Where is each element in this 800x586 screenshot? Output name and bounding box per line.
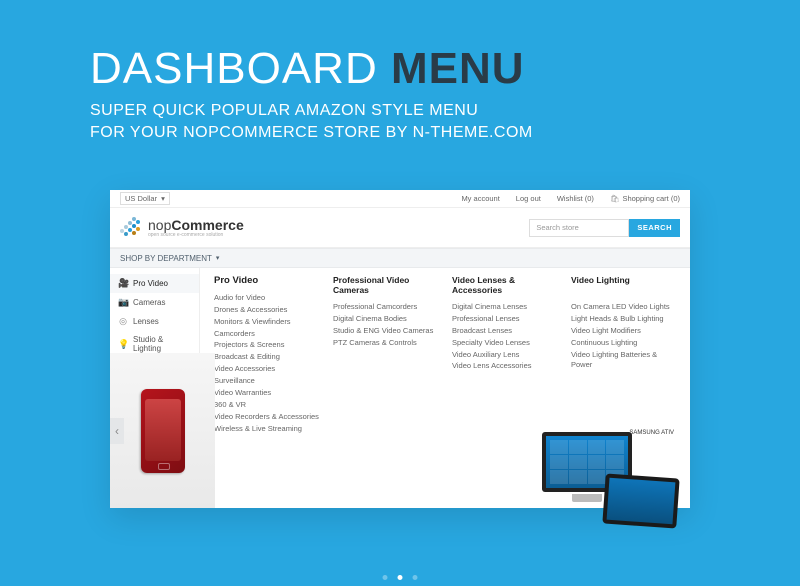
hero-title-b: MENU <box>391 44 525 93</box>
carousel-prev-icon[interactable]: ‹ <box>110 418 124 444</box>
currency-value: US Dollar <box>125 194 157 203</box>
col-list: On Camera LED Video LightsLight Heads & … <box>571 302 676 371</box>
hero-sub-line2: FOR YOUR NOPCOMMERCE STORE BY N-THEME.CO… <box>90 122 710 144</box>
store-header: nopCommerce open source e-commerce solut… <box>110 208 690 248</box>
cart-link[interactable]: 🛍Shopping cart (0) <box>610 194 680 203</box>
department-bar[interactable]: SHOP BY DEPARTMENT ▾ <box>110 248 690 268</box>
search-input[interactable]: Search store <box>529 219 629 237</box>
sidebar-item-lenses[interactable]: ◎ Lenses <box>110 312 199 331</box>
mega-link[interactable]: On Camera LED Video Lights <box>571 302 676 313</box>
mega-link[interactable]: Video Accessories <box>214 364 319 375</box>
hero-sub-line1: SUPER QUICK POPULAR AMAZON STYLE MENU <box>90 100 710 122</box>
pager-dot[interactable] <box>383 575 388 580</box>
mega-link[interactable]: Professional Lenses <box>452 314 557 325</box>
logo-mark-icon <box>120 217 142 239</box>
wishlist-link[interactable]: Wishlist (0) <box>557 194 594 203</box>
mega-link[interactable]: Video Recorders & Accessories <box>214 412 319 423</box>
light-icon: 💡 <box>118 339 128 350</box>
mega-link[interactable]: Video Light Modifiers <box>571 326 676 337</box>
logo[interactable]: nopCommerce open source e-commerce solut… <box>120 217 244 239</box>
col-list: Audio for VideoDrones & AccessoriesMonit… <box>214 293 319 435</box>
col-title: Video Lenses & Accessories <box>452 276 557 296</box>
sidebar-item-pro-video[interactable]: 🎥 Pro Video <box>110 274 199 293</box>
mega-link[interactable]: Continuous Lighting <box>571 338 676 349</box>
mega-link[interactable]: Studio & ENG Video Cameras <box>333 326 438 337</box>
phone-graphic <box>141 389 185 473</box>
mega-link[interactable]: Video Warranties <box>214 388 319 399</box>
hero-subtitle: SUPER QUICK POPULAR AMAZON STYLE MENU FO… <box>90 100 710 143</box>
col-title: Professional Video Cameras <box>333 276 438 296</box>
mega-link[interactable]: Digital Cinema Lenses <box>452 302 557 313</box>
camera-icon: 📷 <box>118 297 128 308</box>
mega-col-pro-video: Pro Video Audio for VideoDrones & Access… <box>214 276 319 500</box>
hero-title: DASHBOARD MENU <box>90 44 710 94</box>
mega-link[interactable]: PTZ Cameras & Controls <box>333 338 438 349</box>
mega-link[interactable]: Broadcast Lenses <box>452 326 557 337</box>
hero: DASHBOARD MENU SUPER QUICK POPULAR AMAZO… <box>0 0 800 151</box>
sidebar-item-label: Pro Video <box>133 279 168 288</box>
hero-title-a: DASHBOARD <box>90 44 378 93</box>
chevron-down-icon: ▾ <box>161 194 165 203</box>
mega-link[interactable]: Wireless & Live Streaming <box>214 424 319 435</box>
pager-dot-active[interactable] <box>398 575 403 580</box>
mega-link[interactable]: 360 & VR <box>214 400 319 411</box>
utility-bar: US Dollar ▾ My account Log out Wishlist … <box>110 190 690 208</box>
logo-text-b: Commerce <box>171 217 243 233</box>
sidebar-item-label: Cameras <box>133 298 165 307</box>
mega-link[interactable]: Surveillance <box>214 376 319 387</box>
search: Search store SEARCH <box>529 219 680 237</box>
my-account-link[interactable]: My account <box>461 194 499 203</box>
col-title: Video Lighting <box>571 276 676 296</box>
mega-link[interactable]: Monitors & Viewfinders <box>214 317 319 328</box>
mega-link[interactable]: Camcorders <box>214 329 319 340</box>
mega-link[interactable]: Audio for Video <box>214 293 319 304</box>
mega-menu: 🎥 Pro Video 📷 Cameras ◎ Lenses 💡 Studio … <box>110 268 690 508</box>
currency-select[interactable]: US Dollar ▾ <box>120 192 170 205</box>
store-screenshot: US Dollar ▾ My account Log out Wishlist … <box>110 190 690 508</box>
mega-col-pro-cameras: Professional Video Cameras Professional … <box>333 276 438 500</box>
col-title: Pro Video <box>214 276 319 287</box>
mega-link[interactable]: Specialty Video Lenses <box>452 338 557 349</box>
search-button[interactable]: SEARCH <box>629 219 680 237</box>
sidebar-item-cameras[interactable]: 📷 Cameras <box>110 293 199 312</box>
logout-link[interactable]: Log out <box>516 194 541 203</box>
carousel-pager <box>383 575 418 580</box>
mega-link[interactable]: Broadcast & Editing <box>214 352 319 363</box>
mega-link[interactable]: Light Heads & Bulb Lighting <box>571 314 676 325</box>
promo-brand: SAMSUNG ATIV <box>629 430 674 436</box>
lens-icon: ◎ <box>118 316 128 327</box>
mega-link[interactable]: Video Lens Accessories <box>452 361 557 372</box>
pager-dot[interactable] <box>413 575 418 580</box>
tablet-graphic <box>602 473 679 528</box>
mega-link[interactable]: Digital Cinema Bodies <box>333 314 438 325</box>
mega-link[interactable]: Drones & Accessories <box>214 305 319 316</box>
col-list: Digital Cinema LensesProfessional Lenses… <box>452 302 557 372</box>
logo-tagline: open source e-commerce solution <box>148 233 244 238</box>
logo-text-a: nop <box>148 217 171 233</box>
chevron-down-icon: ▾ <box>216 254 220 262</box>
mega-link[interactable]: Professional Camcorders <box>333 302 438 313</box>
department-label: SHOP BY DEPARTMENT <box>120 254 212 263</box>
bag-icon: 🛍 <box>610 194 620 203</box>
sidebar-item-label: Lenses <box>133 317 159 326</box>
promo-image-right: SAMSUNG ATIV <box>534 428 684 538</box>
mega-link[interactable]: Projectors & Screens <box>214 340 319 351</box>
video-icon: 🎥 <box>118 278 128 289</box>
mega-link[interactable]: Video Auxiliary Lens <box>452 350 557 361</box>
sidebar-item-label: Studio & Lighting <box>133 335 191 353</box>
mega-link[interactable]: Video Lighting Batteries & Power <box>571 350 676 372</box>
col-list: Professional CamcordersDigital Cinema Bo… <box>333 302 438 349</box>
promo-image-left: ‹ <box>110 353 215 508</box>
